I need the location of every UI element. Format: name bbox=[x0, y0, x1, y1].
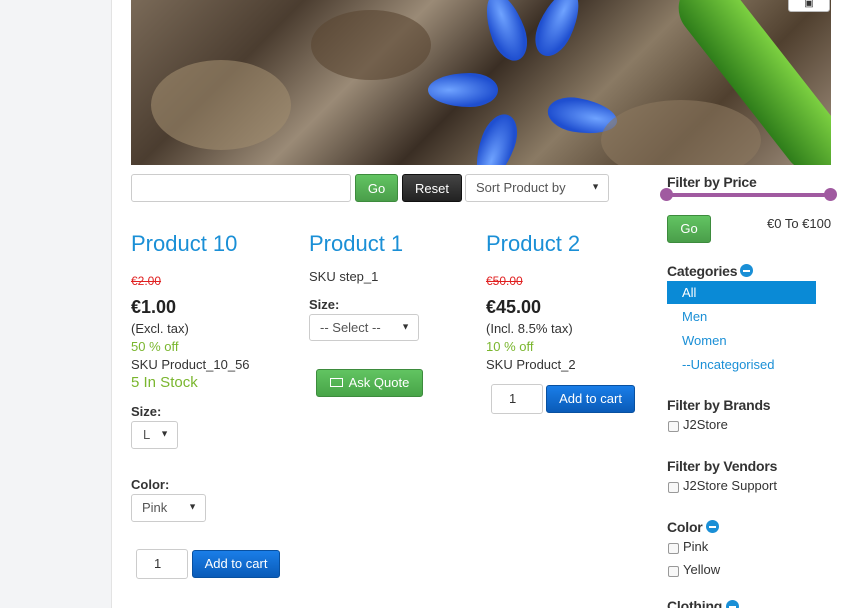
color-heading: Color bbox=[667, 519, 703, 535]
vendor-checkbox[interactable] bbox=[668, 482, 679, 493]
size-select[interactable]: L ▼ bbox=[131, 421, 178, 449]
product-title[interactable]: Product 2 bbox=[486, 231, 580, 257]
banner-petal bbox=[428, 73, 498, 107]
price-slider-track[interactable] bbox=[667, 193, 831, 197]
size-select[interactable]: -- Select -- ▼ bbox=[309, 314, 419, 341]
banner-petal bbox=[527, 0, 588, 63]
price: €45.00 bbox=[486, 297, 542, 317]
product-title[interactable]: Product 10 bbox=[131, 231, 237, 257]
color-label-yellow: Yellow bbox=[683, 562, 721, 577]
stock-status: 5 In Stock bbox=[131, 374, 198, 391]
banner-leaf bbox=[601, 100, 761, 165]
old-price: €50.00 bbox=[486, 274, 523, 288]
old-price: €2.00 bbox=[131, 274, 162, 288]
color-checkbox-yellow[interactable] bbox=[668, 566, 679, 577]
brand-checkbox[interactable] bbox=[668, 421, 679, 432]
sku-text: SKU step_1 bbox=[309, 269, 379, 284]
banner-leaf bbox=[151, 60, 291, 150]
vendor-label: J2Store Support bbox=[683, 478, 777, 493]
collapse-icon[interactable] bbox=[706, 520, 719, 533]
chevron-down-icon: ▼ bbox=[188, 501, 197, 512]
add-to-cart-button[interactable]: Add to cart bbox=[546, 385, 635, 413]
price-filter-heading: Filter by Price bbox=[667, 174, 757, 190]
brand-label: J2Store bbox=[683, 417, 728, 432]
sort-select[interactable]: Sort Product by ▼ bbox=[465, 174, 609, 202]
category-item-men[interactable]: Men bbox=[667, 305, 816, 328]
add-to-cart-button[interactable]: Add to cart bbox=[192, 550, 280, 578]
tax-note: (Incl. 8.5% tax) bbox=[486, 321, 573, 336]
category-item-uncategorised[interactable]: --Uncategorised bbox=[667, 353, 816, 376]
tax-note: (Excl. tax) bbox=[131, 321, 189, 336]
chevron-down-icon: ▼ bbox=[160, 428, 169, 439]
size-select-value: L bbox=[143, 427, 151, 442]
brands-heading: Filter by Brands bbox=[667, 397, 771, 413]
search-input[interactable] bbox=[131, 174, 351, 202]
quantity-input[interactable]: 1 bbox=[136, 549, 188, 579]
chevron-down-icon: ▼ bbox=[591, 181, 600, 192]
color-label: Color: bbox=[131, 477, 170, 492]
color-select[interactable]: Pink ▼ bbox=[131, 494, 206, 522]
color-label-pink: Pink bbox=[683, 539, 709, 554]
color-select-value: Pink bbox=[142, 500, 168, 515]
category-item-women[interactable]: Women bbox=[667, 329, 816, 352]
price-slider-min-handle[interactable] bbox=[660, 188, 673, 201]
discount-text: 10 % off bbox=[486, 339, 534, 354]
collapse-icon[interactable] bbox=[726, 600, 739, 608]
save-icon[interactable]: ▣ bbox=[788, 0, 830, 12]
banner-leaf bbox=[311, 10, 431, 80]
price-filter-go-button[interactable]: Go bbox=[667, 215, 711, 243]
ask-quote-label: Ask Quote bbox=[348, 375, 410, 390]
discount-text: 50 % off bbox=[131, 339, 179, 354]
chevron-down-icon: ▼ bbox=[401, 320, 410, 331]
mail-icon bbox=[329, 378, 343, 388]
sku-text: SKU Product_2 bbox=[486, 357, 576, 372]
sort-select-value: Sort Product by bbox=[476, 180, 566, 195]
category-item-all[interactable]: All bbox=[667, 281, 816, 304]
price: €1.00 bbox=[131, 297, 177, 317]
color-checkbox-pink[interactable] bbox=[668, 543, 679, 554]
sku-text: SKU Product_10_56 bbox=[131, 357, 250, 372]
size-label: Size: bbox=[309, 297, 340, 312]
size-label: Size: bbox=[131, 404, 162, 419]
vendors-heading: Filter by Vendors bbox=[667, 458, 778, 474]
size-select-value: -- Select -- bbox=[320, 320, 381, 335]
categories-heading: Categories bbox=[667, 263, 738, 279]
collapse-icon[interactable] bbox=[740, 264, 753, 277]
banner-image bbox=[131, 0, 831, 165]
banner-petal bbox=[478, 0, 534, 66]
reset-button[interactable]: Reset bbox=[402, 174, 462, 202]
product-title[interactable]: Product 1 bbox=[309, 231, 403, 257]
clothing-heading: Clothing bbox=[667, 598, 723, 608]
search-go-button[interactable]: Go bbox=[355, 174, 398, 202]
ask-quote-button[interactable]: Ask Quote bbox=[316, 369, 423, 397]
quantity-input[interactable]: 1 bbox=[491, 384, 543, 414]
price-range-text: €0 To €100 bbox=[767, 216, 832, 231]
price-slider-max-handle[interactable] bbox=[824, 188, 837, 201]
banner-petal bbox=[468, 109, 524, 165]
